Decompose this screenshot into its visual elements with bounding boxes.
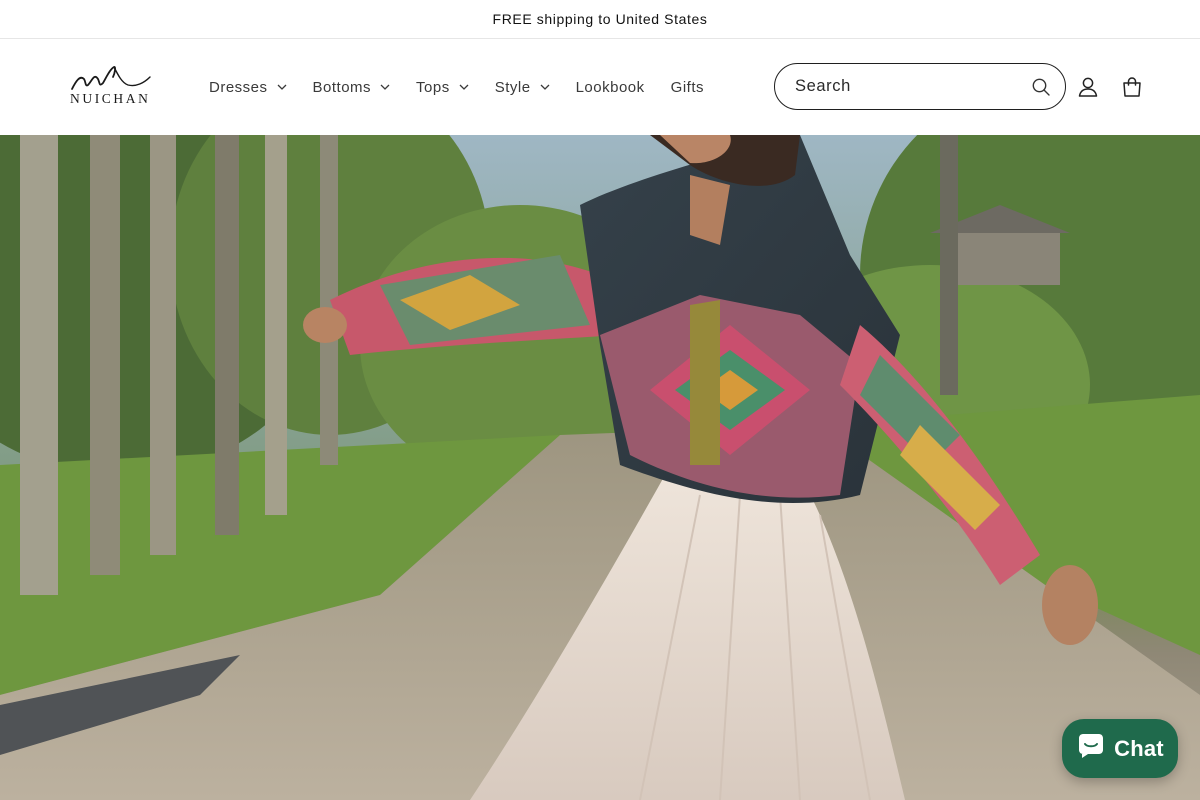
- chevron-down-icon: [540, 84, 550, 90]
- site-header: NUICHAN Dresses Bottoms Tops Style Lookb…: [0, 39, 1200, 135]
- chevron-down-icon: [459, 84, 469, 90]
- brand-logo-mark: [71, 66, 151, 90]
- announcement-bar: FREE shipping to United States: [0, 0, 1200, 39]
- hero-photo: [0, 135, 1200, 800]
- chevron-down-icon: [277, 84, 287, 90]
- hero-banner-image: [0, 135, 1200, 800]
- brand-name: NUICHAN: [70, 91, 151, 106]
- nav-item-dresses[interactable]: Dresses: [196, 67, 300, 107]
- nav-item-bottoms[interactable]: Bottoms: [300, 67, 404, 107]
- cart-icon[interactable]: [1120, 75, 1144, 99]
- main-nav: Dresses Bottoms Tops Style Lookbook Gift…: [196, 39, 717, 135]
- nav-item-style[interactable]: Style: [482, 67, 563, 107]
- chevron-down-icon: [380, 84, 390, 90]
- nav-item-label: Style: [494, 78, 531, 96]
- search-box: [774, 63, 1066, 110]
- search-input[interactable]: [795, 77, 1015, 96]
- nav-item-label: Lookbook: [575, 78, 645, 96]
- chat-button[interactable]: Chat: [1062, 719, 1178, 778]
- chat-label: Chat: [1114, 735, 1164, 761]
- nav-item-label: Dresses: [209, 78, 268, 96]
- nav-item-label: Gifts: [670, 78, 704, 96]
- nav-item-label: Bottoms: [312, 78, 372, 96]
- nav-item-label: Tops: [416, 78, 450, 96]
- chat-bubble-icon: [1076, 732, 1106, 766]
- search-icon[interactable]: [1031, 77, 1051, 97]
- announcement-text: FREE shipping to United States: [492, 11, 708, 27]
- nav-item-lookbook[interactable]: Lookbook: [563, 67, 658, 107]
- nav-item-tops[interactable]: Tops: [403, 67, 482, 107]
- account-icon[interactable]: [1076, 75, 1100, 99]
- nav-item-gifts[interactable]: Gifts: [658, 67, 717, 107]
- brand-logo[interactable]: NUICHAN: [66, 65, 156, 111]
